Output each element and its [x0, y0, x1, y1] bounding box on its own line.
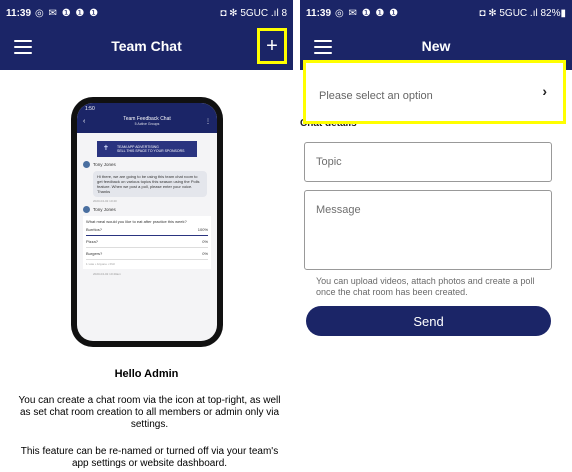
poll-option-pct: 0%	[202, 239, 208, 244]
phone-status-time: 1:50	[77, 103, 217, 115]
option-select[interactable]: Please select an option ›	[303, 60, 566, 124]
app-bar: Team Chat +	[0, 26, 293, 70]
topic-input[interactable]: Topic	[304, 142, 552, 182]
status-right: ◘ ✻ 5GUC .ıl 82%▮	[479, 7, 566, 19]
msg2-time: 2020-04-02 10:40am	[93, 272, 121, 276]
status-time: 11:39	[6, 7, 32, 19]
poll-card: What meal would you like to eat after pr…	[83, 216, 211, 269]
msg1-author: Tony Jones	[93, 162, 116, 167]
status-bar: 11:39 ◎ ✉ ❶ ❶ ❶ ◘ ✻ 5GUC .ıl 82%▮	[300, 0, 572, 26]
page-title: New	[421, 38, 451, 54]
poll-option-label: Burritos?	[86, 227, 103, 232]
topic-placeholder: Topic	[316, 156, 342, 168]
description-create: You can create a chat room via the icon …	[18, 395, 281, 430]
notification-icons: ◎ ✉ ❶ ❶ ❶	[335, 7, 400, 19]
poll-option: Pizza? 0%	[86, 236, 208, 248]
poll-option-pct: 0%	[202, 251, 208, 256]
poll-option: Burgers? 0%	[86, 248, 208, 260]
select-placeholder: Please select an option	[319, 90, 433, 102]
status-time: 11:39	[306, 7, 332, 19]
chevron-right-icon: ›	[542, 83, 547, 99]
poll-option-label: Pizza?	[86, 239, 99, 244]
phone-header: ‹ Team Feedback Chat 5 Active Groups ⋮	[77, 115, 217, 133]
status-right: ◘ ✻ 5GUC .ıl 8	[220, 7, 287, 19]
avatar	[83, 206, 90, 213]
msg-author: Tony Jones	[83, 206, 211, 213]
description-rename: This feature can be re-named or turned o…	[20, 446, 279, 469]
message-placeholder: Message	[316, 204, 361, 216]
avatar	[83, 161, 90, 168]
message-input[interactable]: Message	[304, 190, 552, 270]
msg1-time: 2020-04-02 10:40	[93, 199, 117, 203]
more-icon: ⋮	[205, 119, 211, 125]
message-bubble: Hi there, we are going to be using this …	[93, 171, 207, 197]
poll-option-label: Burgers?	[86, 251, 103, 256]
add-chat-button[interactable]: +	[257, 28, 287, 64]
poll-option: Burritos? 100%	[86, 224, 208, 236]
phone-illustration: 1:50 ‹ Team Feedback Chat 5 Active Group…	[71, 97, 223, 347]
page-title: Team Chat	[111, 38, 182, 54]
msg-author: Tony Jones	[83, 161, 211, 168]
upload-hint: You can upload videos, attach photos and…	[316, 276, 535, 297]
status-bar: 11:39 ◎ ✉ ❶ ❶ ❶ ◘ ✻ 5GUC .ıl 8	[0, 0, 293, 26]
phone-header-sub: 5 Active Groups	[134, 122, 160, 126]
poll-option-pct: 100%	[197, 227, 208, 232]
poll-footer: 1 vote • Anyone • Poll	[86, 262, 115, 266]
msg2-author: Tony Jones	[93, 207, 116, 212]
ad-line-2: SELL THIS SPACE TO YOUR SPONSORS	[117, 149, 185, 153]
hello-heading: Hello Admin	[114, 368, 179, 380]
send-button[interactable]: Send	[306, 306, 551, 336]
team-chat-screen: 11:39 ◎ ✉ ❶ ❶ ❶ ◘ ✻ 5GUC .ıl 8 Team Chat…	[0, 0, 293, 472]
ad-banner: TEAM APP ADVERTISING SELL THIS SPACE TO …	[97, 141, 197, 157]
new-chat-screen: 11:39 ◎ ✉ ❶ ❶ ❶ ◘ ✻ 5GUC .ıl 82%▮ New Ch…	[300, 0, 572, 472]
notification-icons: ◎ ✉ ❶ ❶ ❶	[35, 7, 100, 19]
